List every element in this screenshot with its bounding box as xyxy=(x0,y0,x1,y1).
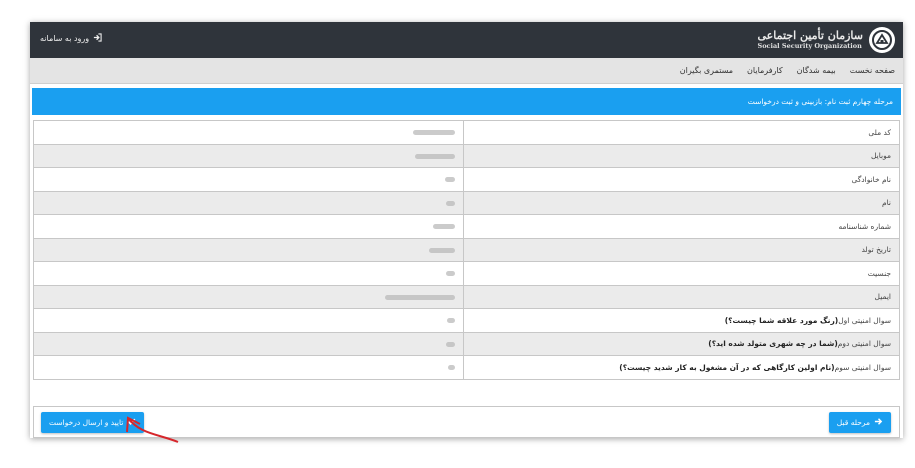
nav-item-home[interactable]: صفحه نخست xyxy=(850,66,895,75)
redacted-value xyxy=(446,271,455,277)
email-value xyxy=(33,284,464,309)
table-row: سوال امنیتی اول(رنگ مورد علاقه شما چیست؟… xyxy=(33,308,900,333)
review-table: کد ملی موبایل نام خانوادگی نام شماره شنا… xyxy=(33,120,900,380)
login-link[interactable]: ورود به سامانه xyxy=(40,33,102,44)
nav-item-employers[interactable]: کارفرمایان xyxy=(747,66,783,75)
login-label: ورود به سامانه xyxy=(40,34,90,43)
redacted-value xyxy=(429,247,455,253)
id-number-label: شماره شناسنامه xyxy=(463,214,900,239)
first-name-value xyxy=(33,190,464,215)
security-q2-value xyxy=(33,331,464,356)
table-row: موبایل xyxy=(33,143,900,168)
previous-step-label: مرحله قبل xyxy=(836,418,870,427)
top-bar: سازمان تأمین اجتماعی Social Security Org… xyxy=(30,22,903,58)
table-row: نام xyxy=(33,190,900,215)
security-q1-label: سوال امنیتی اول(رنگ مورد علاقه شما چیست؟… xyxy=(463,308,900,333)
national-id-value xyxy=(33,120,464,145)
redacted-value xyxy=(385,294,455,300)
last-name-label: نام خانوادگی xyxy=(463,167,900,192)
table-row: جنسیت xyxy=(33,261,900,286)
logo-subtitle: Social Security Organization xyxy=(757,42,862,50)
previous-step-button[interactable]: مرحله قبل xyxy=(828,412,891,433)
table-row: تاریخ تولد xyxy=(33,237,900,262)
redacted-value xyxy=(415,153,455,159)
step-header: مرحله چهارم ثبت نام: بازبینی و ثبت درخوا… xyxy=(32,88,901,115)
confirm-submit-label: تایید و ارسال درخواست xyxy=(49,418,124,427)
question-text: (نام اولین کارگاهی که در آن مشغول به کار… xyxy=(619,362,835,372)
page-frame: سازمان تأمین اجتماعی Social Security Org… xyxy=(30,22,903,438)
security-q1-value xyxy=(33,308,464,333)
table-row: ایمیل xyxy=(33,284,900,309)
table-row: سوال امنیتی دوم(شما در چه شهری متولد شده… xyxy=(33,331,900,356)
id-number-value xyxy=(33,214,464,239)
ssa-logo-icon xyxy=(869,27,895,53)
redacted-value xyxy=(447,318,455,324)
national-id-label: کد ملی xyxy=(463,120,900,145)
annotation-arrow-icon xyxy=(126,416,179,443)
gender-label: جنسیت xyxy=(463,261,900,286)
question-prefix: سوال امنیتی سوم xyxy=(834,362,891,372)
gender-value xyxy=(33,261,464,286)
redacted-value xyxy=(413,130,455,136)
birth-date-label: تاریخ تولد xyxy=(463,237,900,262)
logo[interactable]: سازمان تأمین اجتماعی Social Security Org… xyxy=(758,26,895,54)
question-prefix: سوال امنیتی اول xyxy=(838,315,891,325)
mobile-value xyxy=(33,143,464,168)
question-text: (شما در چه شهری متولد شده اید؟) xyxy=(708,339,838,349)
redacted-value xyxy=(446,200,455,206)
question-text: (رنگ مورد علاقه شما چیست؟) xyxy=(724,315,839,325)
step-title: مرحله چهارم ثبت نام: بازبینی و ثبت درخوا… xyxy=(747,97,893,106)
redacted-value xyxy=(445,177,455,183)
redacted-value xyxy=(448,365,455,371)
mobile-label: موبایل xyxy=(463,143,900,168)
table-row: کد ملی xyxy=(33,120,900,145)
birth-date-value xyxy=(33,237,464,262)
table-row: سوال امنیتی سوم(نام اولین کارگاهی که در … xyxy=(33,355,900,380)
first-name-label: نام xyxy=(463,190,900,215)
last-name-value xyxy=(33,167,464,192)
table-row: نام خانوادگی xyxy=(33,167,900,192)
question-prefix: سوال امنیتی دوم xyxy=(837,339,891,349)
security-q2-label: سوال امنیتی دوم(شما در چه شهری متولد شده… xyxy=(463,331,900,356)
redacted-value xyxy=(446,341,455,347)
nav-item-insured[interactable]: بیمه شدگان xyxy=(797,66,836,75)
security-q3-value xyxy=(33,355,464,380)
redacted-value xyxy=(433,224,455,230)
table-row: شماره شناسنامه xyxy=(33,214,900,239)
logo-title: سازمان تأمین اجتماعی xyxy=(757,29,863,42)
email-label: ایمیل xyxy=(463,284,900,309)
arrow-right-icon xyxy=(874,417,883,428)
security-q3-label: سوال امنیتی سوم(نام اولین کارگاهی که در … xyxy=(463,355,900,380)
nav-item-pensioners[interactable]: مستمری بگیران xyxy=(680,66,733,75)
sign-in-icon xyxy=(93,33,102,44)
main-nav: صفحه نخست بیمه شدگان کارفرمایان مستمری ب… xyxy=(30,58,903,84)
